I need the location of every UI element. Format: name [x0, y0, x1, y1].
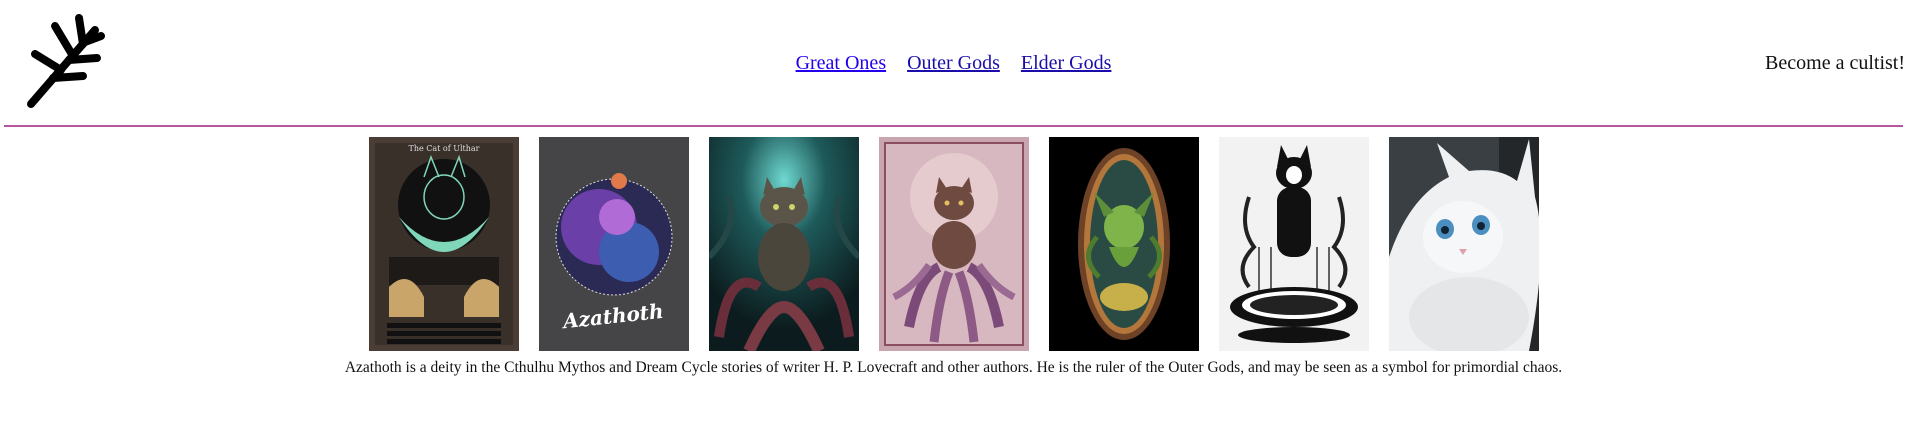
gallery-image-framed-creature[interactable] [1048, 137, 1199, 351]
gallery-image-white-cat[interactable] [1388, 137, 1539, 351]
site-header: Great Ones Outer Gods Elder Gods Become … [0, 0, 1907, 124]
gallery-image-altar-cat[interactable] [1218, 137, 1369, 351]
nav-link-elder-gods[interactable]: Elder Gods [1021, 52, 1112, 74]
become-cultist-link[interactable]: Become a cultist! [1765, 52, 1905, 75]
gallery-image-azathoth[interactable]: Azathoth [538, 137, 689, 351]
gallery-image-octopus-cat[interactable] [878, 137, 1029, 351]
image-gallery: The Cat of Ulthar Azathoth [0, 137, 1907, 351]
gallery-image-cat-of-ulthar[interactable]: The Cat of Ulthar [368, 137, 519, 351]
nav-link-outer-gods[interactable]: Outer Gods [907, 52, 1000, 74]
gallery-caption: Azathoth is a deity in the Cthulhu Mytho… [344, 359, 1563, 376]
gallery-image-tentacle-cat[interactable] [708, 137, 859, 351]
header-divider [4, 125, 1903, 127]
nav-link-great-ones[interactable]: Great Ones [796, 52, 887, 74]
main-nav: Great Ones Outer Gods Elder Gods [0, 52, 1907, 75]
art-title-text: The Cat of Ulthar [408, 144, 479, 153]
